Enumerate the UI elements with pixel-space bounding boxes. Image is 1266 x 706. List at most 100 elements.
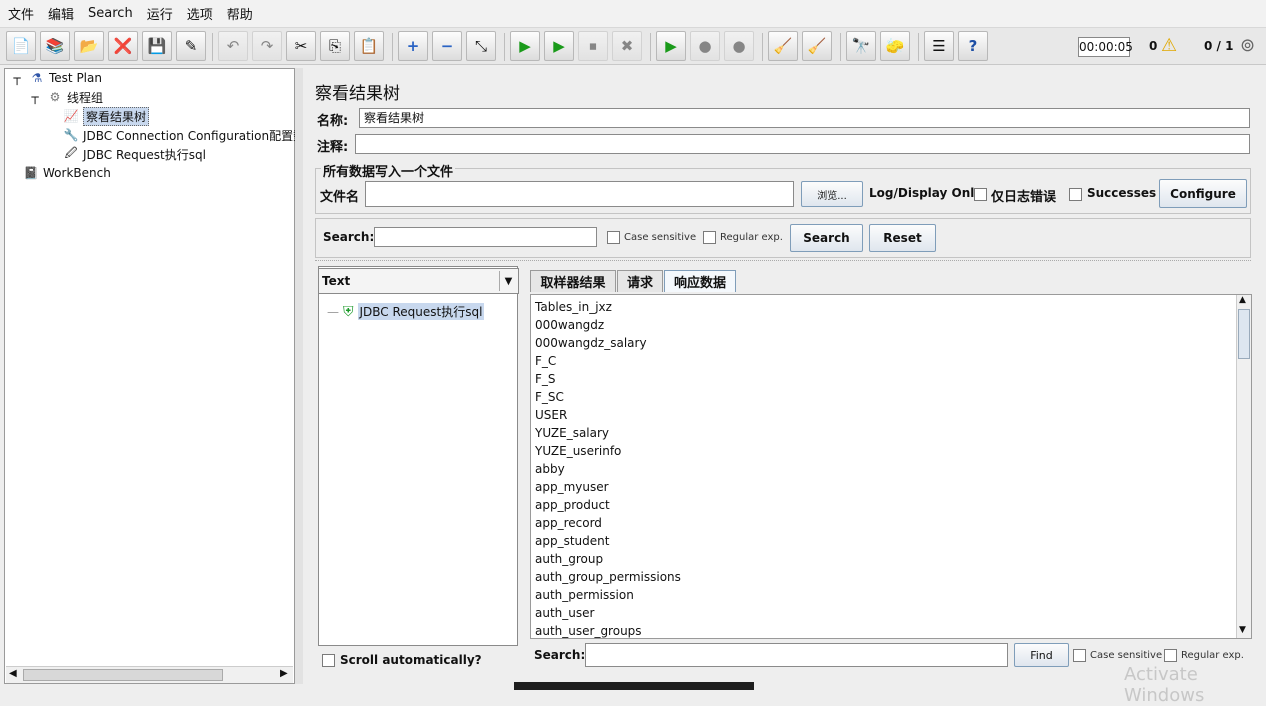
tree-handle-icon[interactable]: ┬ bbox=[27, 89, 43, 105]
successes-checkbox[interactable] bbox=[1069, 188, 1082, 201]
open-icon[interactable]: 📂 bbox=[74, 31, 104, 61]
start-icon[interactable]: ▶ bbox=[510, 31, 540, 61]
redo-icon[interactable]: ↷ bbox=[252, 31, 282, 61]
list-item[interactable]: — ⛨ JDBC Request执行sql bbox=[327, 303, 485, 320]
response-vertical-scrollbar[interactable]: ▲ ▼ bbox=[1236, 295, 1251, 638]
stop-icon[interactable]: ⏹ bbox=[578, 31, 608, 61]
response-line: auth_group_permissions bbox=[535, 570, 681, 584]
browse-button[interactable]: 浏览... bbox=[801, 181, 863, 207]
response-line: auth_user bbox=[535, 606, 595, 620]
scroll-left-icon[interactable]: ◀ bbox=[9, 668, 17, 679]
remote-start-icon[interactable]: ▶ bbox=[656, 31, 686, 61]
successes-label: Successes bbox=[1087, 186, 1157, 200]
tab-request[interactable]: 请求 bbox=[617, 270, 663, 292]
search-button[interactable]: Search bbox=[790, 224, 863, 252]
remote-status-icon: ⊚ bbox=[1240, 35, 1256, 56]
response-line: auth_user_groups bbox=[535, 624, 642, 638]
tree-handle-icon[interactable]: ┬ bbox=[9, 70, 25, 86]
tree-node-workbench[interactable]: 📓 WorkBench bbox=[9, 164, 111, 182]
tree-node-test-plan[interactable]: ┬ ⚗ Test Plan bbox=[9, 69, 102, 87]
response-line: auth_permission bbox=[535, 588, 634, 602]
menu-edit[interactable]: 编辑 bbox=[48, 4, 74, 23]
cut-icon[interactable]: ✂ bbox=[286, 31, 316, 61]
warning-icon[interactable]: ⚠ bbox=[1161, 35, 1177, 56]
save-icon[interactable]: 💾 bbox=[142, 31, 172, 61]
tab-response-data[interactable]: 响应数据 bbox=[664, 270, 736, 292]
tree-node-jdbc-request[interactable]: 🖉 JDBC Request执行sql bbox=[63, 145, 206, 163]
filename-input[interactable] bbox=[365, 181, 794, 207]
response-line: YUZE_salary bbox=[535, 426, 610, 440]
expand-icon[interactable]: + bbox=[398, 31, 428, 61]
regex-label: Regular exp. bbox=[720, 232, 783, 243]
tree-node-thread-group[interactable]: ┬ ⚙ 线程组 bbox=[27, 88, 103, 106]
toggle-icon[interactable]: ⤡ bbox=[466, 31, 496, 61]
name-label: 名称: bbox=[317, 114, 349, 129]
tree-horizontal-scrollbar[interactable]: ◀ ▶ bbox=[6, 666, 293, 683]
errors-only-checkbox[interactable] bbox=[974, 188, 987, 201]
reset-button[interactable]: Reset bbox=[869, 224, 936, 252]
menu-run[interactable]: 运行 bbox=[147, 4, 173, 23]
toolbar: 📄 📚 📂 ❌ 💾 ✎ ↶ ↷ ✂ ⎘ 📋 + − ⤡ ▶ ▶ ⏹ ✖ ▶ ● … bbox=[0, 27, 1266, 65]
scroll-thumb[interactable] bbox=[23, 669, 223, 681]
regex-checkbox[interactable] bbox=[703, 231, 716, 244]
clear-all-icon[interactable]: 🧹 bbox=[802, 31, 832, 61]
help-icon[interactable]: ? bbox=[958, 31, 988, 61]
tab-sampler-result[interactable]: 取样器结果 bbox=[530, 270, 616, 292]
comment-input[interactable] bbox=[355, 134, 1250, 154]
divider[interactable] bbox=[315, 260, 1251, 264]
gear-icon: ⚙ bbox=[49, 90, 61, 104]
tree-node-jdbc-config[interactable]: 🔧 JDBC Connection Configuration配置数 bbox=[63, 126, 306, 144]
remote-stop-icon[interactable]: ● bbox=[690, 31, 720, 61]
configure-button[interactable]: Configure bbox=[1159, 179, 1247, 208]
find-case-sensitive-label: Case sensitive bbox=[1090, 650, 1163, 661]
response-line: app_student bbox=[535, 534, 610, 548]
find-regex-checkbox[interactable] bbox=[1164, 649, 1177, 662]
search-icon[interactable]: 🔭 bbox=[846, 31, 876, 61]
paste-icon[interactable]: 📋 bbox=[354, 31, 384, 61]
close-icon[interactable]: ❌ bbox=[108, 31, 138, 61]
taskbar-fragment bbox=[514, 682, 754, 690]
scroll-thumb[interactable] bbox=[1238, 309, 1250, 359]
scroll-right-icon[interactable]: ▶ bbox=[280, 668, 288, 679]
menu-help[interactable]: 帮助 bbox=[227, 4, 253, 23]
scroll-down-icon[interactable]: ▼ bbox=[1239, 625, 1246, 635]
response-line: F_C bbox=[535, 354, 557, 368]
undo-icon[interactable]: ↶ bbox=[218, 31, 248, 61]
copy-icon[interactable]: ⎘ bbox=[320, 31, 350, 61]
test-plan-tree: ┬ ⚗ Test Plan ┬ ⚙ 线程组 📈 察看结果树 🔧 JDBC Con… bbox=[4, 68, 305, 684]
remote-exit-icon[interactable]: ● bbox=[724, 31, 754, 61]
name-input[interactable]: 察看结果树 bbox=[359, 108, 1250, 128]
menu-file[interactable]: 文件 bbox=[8, 4, 34, 23]
menu-search[interactable]: Search bbox=[88, 6, 133, 21]
find-input[interactable] bbox=[585, 643, 1008, 667]
log-display-label: Log/Display Only: bbox=[869, 186, 987, 200]
find-case-sensitive-checkbox[interactable] bbox=[1073, 649, 1086, 662]
find-button[interactable]: Find bbox=[1014, 643, 1069, 667]
chevron-down-icon[interactable]: ▼ bbox=[499, 271, 517, 291]
collapse-icon[interactable]: − bbox=[432, 31, 462, 61]
response-line: USER bbox=[535, 408, 568, 422]
save-as-icon[interactable]: ✎ bbox=[176, 31, 206, 61]
renderer-select[interactable]: Text ▼ bbox=[318, 268, 519, 294]
search-input[interactable] bbox=[374, 227, 597, 247]
function-helper-icon[interactable]: ☰ bbox=[924, 31, 954, 61]
new-icon[interactable]: 📄 bbox=[6, 31, 36, 61]
scroll-up-icon[interactable]: ▲ bbox=[1239, 295, 1246, 305]
response-line: auth_group bbox=[535, 552, 604, 566]
clear-icon[interactable]: 🧹 bbox=[768, 31, 798, 61]
case-sensitive-checkbox[interactable] bbox=[607, 231, 620, 244]
reset-search-icon[interactable]: 🧽 bbox=[880, 31, 910, 61]
menu-options[interactable]: 选项 bbox=[187, 4, 213, 23]
pane-splitter[interactable] bbox=[295, 68, 303, 684]
response-data-text[interactable]: Tables_in_jxz 000wangdz 000wangdz_salary F_… bbox=[530, 294, 1252, 639]
response-line: 000wangdz bbox=[535, 318, 605, 332]
start-no-pause-icon[interactable]: ▶ bbox=[544, 31, 574, 61]
shutdown-icon[interactable]: ✖ bbox=[612, 31, 642, 61]
tree-node-result-tree[interactable]: 📈 察看结果树 bbox=[63, 106, 150, 126]
response-line: app_record bbox=[535, 516, 602, 530]
scroll-auto-checkbox[interactable] bbox=[322, 654, 335, 667]
flask-icon: ⚗ bbox=[31, 71, 43, 85]
templates-icon[interactable]: 📚 bbox=[40, 31, 70, 61]
warning-count: 0 bbox=[1149, 39, 1158, 53]
response-line: YUZE_userinfo bbox=[535, 444, 622, 458]
